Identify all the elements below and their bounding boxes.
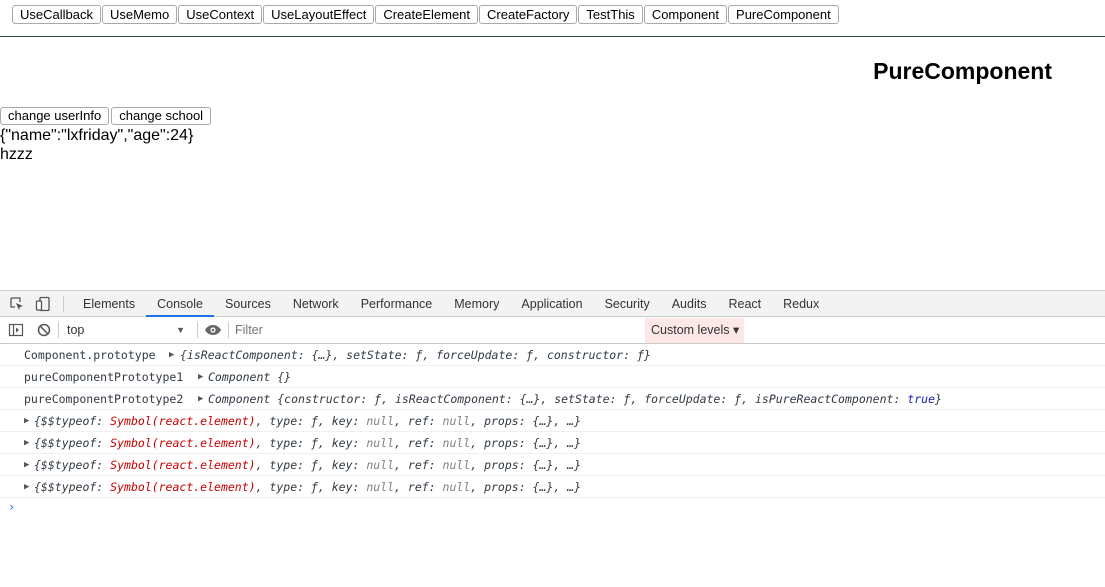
nav-divider: [0, 36, 1105, 37]
dropdown-arrow-icon: ▼: [176, 325, 185, 335]
top-nav: UseCallback UseMemo UseContext UseLayout…: [12, 5, 839, 25]
expand-arrow-icon[interactable]: ▶: [24, 410, 29, 432]
log-null: null: [442, 458, 471, 472]
toolbar-divider: [228, 322, 229, 338]
toolbar-divider: [63, 295, 64, 312]
log-object: {constructor: ƒ, isReactComponent: {…}, …: [277, 392, 908, 406]
log-null: null: [366, 458, 395, 472]
log-symbol: Symbol(react.element): [110, 480, 256, 494]
toolbar-divider: [58, 322, 59, 338]
context-select[interactable]: top ▼: [61, 320, 191, 340]
clear-console-icon[interactable]: [36, 322, 52, 338]
prompt-chevron-icon: ›: [8, 500, 16, 514]
context-value: top: [67, 323, 85, 337]
tab-elements[interactable]: Elements: [72, 291, 146, 317]
expand-arrow-icon[interactable]: ▶: [198, 366, 203, 388]
user-info-output: {"name":"lxfriday","age":24}: [0, 127, 194, 144]
log-label: pureComponentPrototype1: [24, 370, 184, 384]
tab-application[interactable]: Application: [510, 291, 593, 317]
console-log-row: Component.prototype ▶ {isReactComponent:…: [0, 344, 1105, 366]
tab-react[interactable]: React: [717, 291, 772, 317]
log-text: , type: ƒ, key:: [255, 436, 367, 450]
expand-arrow-icon[interactable]: ▶: [169, 344, 174, 366]
school-output: hzzz: [0, 146, 33, 163]
tab-security[interactable]: Security: [594, 291, 661, 317]
page-title: PureComponent: [873, 58, 1052, 84]
inspect-element-icon[interactable]: [9, 296, 25, 312]
tab-redux[interactable]: Redux: [772, 291, 830, 317]
log-value[interactable]: Component {constructor: ƒ, isReactCompon…: [208, 388, 942, 410]
custom-levels-dropdown[interactable]: Custom levels ▾: [645, 318, 744, 343]
action-buttons: change userInfo change school: [0, 107, 212, 125]
log-value[interactable]: {isReactComponent: {…}, setState: ƒ, for…: [180, 344, 651, 366]
log-bool-true: true: [907, 392, 935, 406]
console-filter-input[interactable]: [231, 320, 619, 340]
console-log-row[interactable]: ▶ {$$typeof: Symbol(react.element), type…: [0, 454, 1105, 476]
log-value[interactable]: Component {}: [208, 366, 291, 388]
log-text: , type: ƒ, key:: [255, 458, 367, 472]
log-text: , ref:: [394, 480, 443, 494]
nav-usememo-button[interactable]: UseMemo: [101, 5, 178, 24]
log-text: {$$typeof:: [34, 458, 111, 472]
expand-arrow-icon[interactable]: ▶: [24, 476, 29, 498]
log-null: null: [442, 480, 471, 494]
console-log-row: pureComponentPrototype2 ▶ Component {con…: [0, 388, 1105, 410]
device-toolbar-icon[interactable]: [35, 296, 51, 312]
toolbar-divider: [197, 322, 198, 338]
tab-audits[interactable]: Audits: [661, 291, 718, 317]
log-text: , type: ƒ, key:: [255, 480, 367, 494]
nav-uselayouteffect-button[interactable]: UseLayoutEffect: [263, 5, 375, 24]
log-symbol: Symbol(react.element): [110, 414, 256, 428]
console-prompt-row[interactable]: ›: [0, 498, 1105, 520]
log-null: null: [366, 414, 395, 428]
tab-sources[interactable]: Sources: [214, 291, 282, 317]
log-class-name: Component: [208, 392, 271, 406]
tab-performance[interactable]: Performance: [350, 291, 444, 317]
log-text: , props: {…}, …}: [470, 458, 582, 472]
change-userinfo-button[interactable]: change userInfo: [0, 107, 110, 125]
tab-network[interactable]: Network: [282, 291, 350, 317]
log-text: {$$typeof:: [34, 480, 111, 494]
log-text: , type: ƒ, key:: [255, 414, 367, 428]
nav-component-button[interactable]: Component: [643, 5, 728, 24]
log-text: , ref:: [394, 436, 443, 450]
log-text: , props: {…}, …}: [470, 436, 582, 450]
log-null: null: [366, 480, 395, 494]
devtools-tabbar: Elements Console Sources Network Perform…: [0, 290, 1105, 317]
nav-createfactory-button[interactable]: CreateFactory: [479, 5, 578, 24]
devtools-panel: Elements Console Sources Network Perform…: [0, 290, 1105, 587]
console-log-row[interactable]: ▶ {$$typeof: Symbol(react.element), type…: [0, 432, 1105, 454]
nav-createelement-button[interactable]: CreateElement: [375, 5, 479, 24]
nav-testthis-button[interactable]: TestThis: [578, 5, 643, 24]
nav-purecomponent-button[interactable]: PureComponent: [728, 5, 839, 24]
log-symbol: Symbol(react.element): [110, 458, 256, 472]
expand-arrow-icon[interactable]: ▶: [24, 454, 29, 476]
log-label: Component.prototype: [24, 348, 156, 362]
show-sidebar-icon[interactable]: [8, 322, 24, 338]
tab-memory[interactable]: Memory: [443, 291, 510, 317]
expand-arrow-icon[interactable]: ▶: [24, 432, 29, 454]
log-text: {$$typeof:: [34, 414, 111, 428]
log-null: null: [442, 414, 471, 428]
log-text: , ref:: [394, 458, 443, 472]
log-symbol: Symbol(react.element): [110, 436, 256, 450]
live-expression-eye-icon[interactable]: [204, 322, 221, 338]
nav-usecontext-button[interactable]: UseContext: [178, 5, 263, 24]
log-text: , ref:: [394, 414, 443, 428]
tab-console[interactable]: Console: [146, 291, 214, 317]
nav-usecallback-button[interactable]: UseCallback: [12, 5, 101, 24]
log-text: , props: {…}, …}: [470, 480, 582, 494]
log-text: {$$typeof:: [34, 436, 111, 450]
log-null: null: [366, 436, 395, 450]
log-object-end: }: [935, 392, 942, 406]
log-null: null: [442, 436, 471, 450]
log-text: , props: {…}, …}: [470, 414, 582, 428]
console-log-row[interactable]: ▶ {$$typeof: Symbol(react.element), type…: [0, 410, 1105, 432]
expand-arrow-icon[interactable]: ▶: [198, 388, 203, 410]
change-school-button[interactable]: change school: [111, 107, 212, 125]
console-log-row[interactable]: ▶ {$$typeof: Symbol(react.element), type…: [0, 476, 1105, 498]
console-toolbar: top ▼ Custom levels ▾: [0, 317, 1105, 344]
log-label: pureComponentPrototype2: [24, 392, 184, 406]
console-log-row: pureComponentPrototype1 ▶ Component {}: [0, 366, 1105, 388]
